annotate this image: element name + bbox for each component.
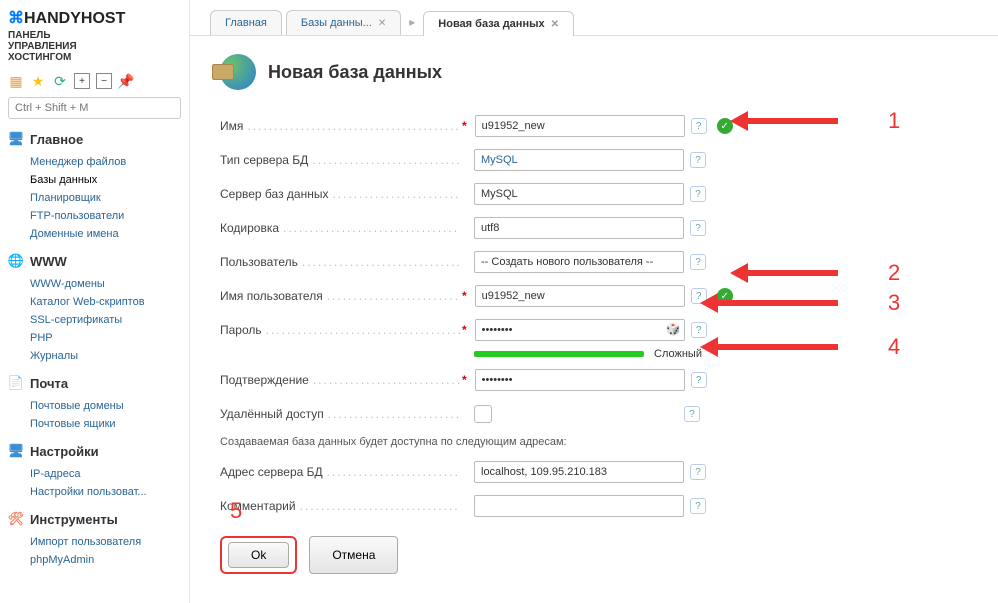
toolbar-star-icon[interactable]: ★: [30, 73, 46, 89]
select-user[interactable]: [474, 251, 684, 273]
annotation-4: 4: [700, 334, 900, 360]
nav-file-manager[interactable]: Менеджер файлов: [30, 153, 181, 171]
content: Новая база данных Имя * ? ✓ Тип сервера …: [190, 36, 998, 592]
tab-new-database[interactable]: Новая база данных✕: [423, 11, 574, 36]
close-icon[interactable]: ✕: [551, 19, 559, 30]
nav-tools-header[interactable]: 🛠Инструменты: [8, 511, 181, 527]
nav-mailboxes[interactable]: Почтовые ящики: [30, 415, 181, 433]
label-user: Пользователь: [220, 255, 460, 269]
tools-icon: 🛠: [8, 511, 24, 527]
nav-main-header[interactable]: 🖥Главное: [8, 131, 181, 147]
checkbox-remote[interactable]: [474, 405, 492, 423]
nav-databases[interactable]: Базы данных: [30, 171, 181, 189]
nav-ssl[interactable]: SSL-сертификаты: [30, 311, 181, 329]
nav-ftp-users[interactable]: FTP-пользователи: [30, 207, 181, 225]
label-dbserver: Сервер баз данных: [220, 187, 460, 201]
nav-user-settings[interactable]: Настройки пользоват...: [30, 483, 181, 501]
tab-home[interactable]: Главная: [210, 10, 282, 35]
help-icon[interactable]: ?: [690, 498, 706, 514]
monitor-icon: 🖥: [8, 131, 24, 147]
nav-logs[interactable]: Журналы: [30, 347, 181, 365]
sidebar: ⌘HANDYHOST ПАНЕЛЬУПРАВЛЕНИЯХОСТИНГОМ ▦ ★…: [0, 0, 190, 603]
input-addr: [474, 461, 684, 483]
toolbar-minus-icon[interactable]: −: [96, 73, 112, 89]
annotation-1: 1: [730, 108, 900, 134]
nav-scheduler[interactable]: Планировщик: [30, 189, 181, 207]
page-title: Новая база данных: [268, 62, 442, 83]
help-icon[interactable]: ?: [691, 118, 707, 134]
input-password[interactable]: [475, 319, 685, 341]
logo: ⌘HANDYHOST ПАНЕЛЬУПРАВЛЕНИЯХОСТИНГОМ: [8, 8, 181, 63]
input-username[interactable]: [475, 285, 685, 307]
input-name[interactable]: [475, 115, 685, 137]
sidebar-toolbar: ▦ ★ ⟳ + − 📌: [8, 73, 181, 89]
label-username: Имя пользователя: [220, 289, 460, 303]
page-icon: [220, 54, 256, 90]
password-strength-bar: [474, 351, 644, 357]
annotation-5: 5: [230, 498, 242, 524]
chevron-right-icon: ▸: [405, 15, 419, 35]
toolbar-pin-icon[interactable]: 📌: [118, 73, 134, 89]
help-icon[interactable]: ?: [690, 152, 706, 168]
label-addr: Адрес сервера БД: [220, 465, 460, 479]
nav-web-scripts[interactable]: Каталог Web-скриптов: [30, 293, 181, 311]
help-icon[interactable]: ?: [690, 186, 706, 202]
input-comment[interactable]: [474, 495, 684, 517]
help-icon[interactable]: ?: [690, 220, 706, 236]
dice-icon[interactable]: 🎲: [666, 322, 681, 336]
input-confirm[interactable]: [475, 369, 685, 391]
ok-highlight: Ok: [220, 536, 297, 574]
help-icon[interactable]: ?: [690, 464, 706, 480]
annotation-2: 2: [730, 260, 900, 286]
nav-www-domains[interactable]: WWW-домены: [30, 275, 181, 293]
note-text: Создаваемая база данных будет доступна п…: [220, 436, 968, 448]
nav-domains[interactable]: Доменные имена: [30, 225, 181, 243]
label-password: Пароль: [220, 323, 460, 337]
label-name: Имя: [220, 119, 460, 133]
help-icon[interactable]: ?: [691, 372, 707, 388]
annotation-3: 3: [700, 290, 900, 316]
main: Главная Базы данны...✕ ▸ Новая база данн…: [190, 0, 998, 592]
toolbar-plus-icon[interactable]: +: [74, 73, 90, 89]
tab-databases[interactable]: Базы данны...✕: [286, 10, 401, 35]
label-remote: Удалённый доступ: [220, 407, 460, 421]
toolbar-new-icon[interactable]: ▦: [8, 73, 24, 89]
nav-import-user[interactable]: Импорт пользователя: [30, 533, 181, 551]
settings-icon: 🖥: [8, 443, 24, 459]
label-dbtype: Тип сервера БД: [220, 153, 460, 167]
password-strength-label: Сложный: [654, 348, 702, 360]
help-icon[interactable]: ?: [684, 406, 700, 422]
nav-www-header[interactable]: 🌐WWW: [8, 253, 181, 269]
toolbar-refresh-icon[interactable]: ⟳: [52, 73, 68, 89]
help-icon[interactable]: ?: [690, 254, 706, 270]
nav-mail-domains[interactable]: Почтовые домены: [30, 397, 181, 415]
globe-icon: 🌐: [8, 253, 24, 269]
nav-settings-header[interactable]: 🖥Настройки: [8, 443, 181, 459]
select-charset[interactable]: [474, 217, 684, 239]
label-charset: Кодировка: [220, 221, 460, 235]
search-input[interactable]: [8, 97, 181, 119]
close-icon[interactable]: ✕: [378, 18, 386, 29]
ok-button[interactable]: Ok: [228, 542, 289, 568]
tabs: Главная Базы данны...✕ ▸ Новая база данн…: [190, 0, 998, 36]
nav-ip[interactable]: IP-адреса: [30, 465, 181, 483]
select-dbserver[interactable]: [474, 183, 684, 205]
nav-php[interactable]: PHP: [30, 329, 181, 347]
cancel-button[interactable]: Отмена: [309, 536, 398, 574]
label-comment: Комментарий: [220, 499, 460, 513]
select-dbtype[interactable]: [474, 149, 684, 171]
mail-icon: 📄: [8, 375, 24, 391]
label-confirm: Подтверждение: [220, 373, 460, 387]
nav-phpmyadmin[interactable]: phpMyAdmin: [30, 551, 181, 569]
nav-mail-header[interactable]: 📄Почта: [8, 375, 181, 391]
